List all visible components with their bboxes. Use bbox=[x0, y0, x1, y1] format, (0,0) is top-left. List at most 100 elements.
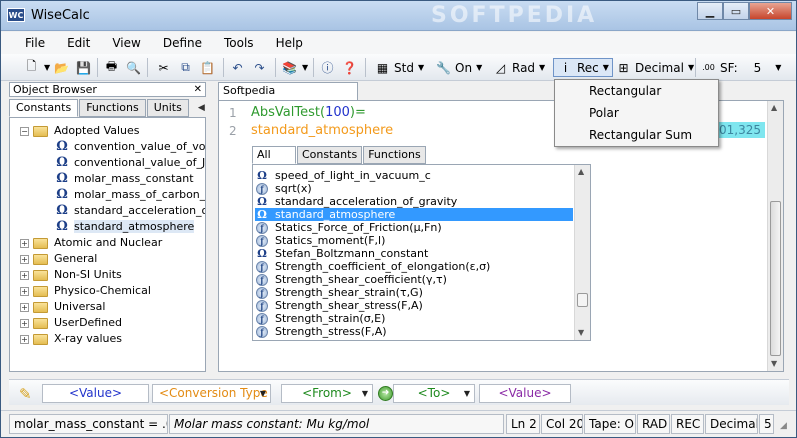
tree-folder[interactable]: + General bbox=[20, 251, 97, 267]
expand-icon[interactable]: + bbox=[20, 286, 29, 296]
expand-icon[interactable]: + bbox=[20, 238, 29, 248]
tree-folder[interactable]: + Non-SI Units bbox=[20, 267, 122, 283]
tab-units[interactable]: Units bbox=[146, 99, 189, 117]
close-icon[interactable]: ✕ bbox=[194, 83, 202, 96]
tree-item-selected[interactable]: Ωstandard_atmosphere bbox=[54, 219, 195, 235]
to-unit-select[interactable]: <To> ▼ bbox=[393, 384, 475, 403]
conversion-type-select[interactable]: <Conversion Type ▼ bbox=[152, 384, 271, 403]
expand-icon[interactable]: + bbox=[20, 254, 29, 264]
list-item[interactable]: ƒ Strength_strain(σ,E) bbox=[255, 312, 573, 325]
tab-functions[interactable]: Functions bbox=[79, 99, 146, 117]
scroll-down-icon[interactable]: ▼ bbox=[771, 359, 777, 368]
list-item[interactable]: ƒ sqrt(x) bbox=[255, 182, 573, 195]
list-item[interactable]: ƒ Strength_shear_stress(F,A) bbox=[255, 299, 573, 312]
resize-grip-icon[interactable]: ◢ bbox=[780, 421, 787, 431]
list-item[interactable]: Ωstandard_acceleration_of_gravity bbox=[255, 195, 573, 208]
pencil-icon[interactable]: ✎ bbox=[19, 385, 32, 403]
tree-folder[interactable]: + UserDefined bbox=[20, 315, 122, 331]
scroll-up-icon[interactable]: ▲ bbox=[771, 103, 777, 112]
expand-icon[interactable]: + bbox=[20, 318, 29, 328]
expand-icon[interactable]: + bbox=[20, 334, 29, 344]
tree-item[interactable]: Ωstandard_acceleration_of_ bbox=[54, 203, 205, 219]
toolbar-separator bbox=[275, 58, 276, 77]
scroll-down-icon[interactable]: ▼ bbox=[578, 328, 584, 337]
print-preview-button[interactable]: 🔍 bbox=[125, 58, 142, 77]
tree-folder[interactable]: + X-ray values bbox=[20, 331, 122, 347]
value-input-right[interactable]: <Value> bbox=[479, 384, 571, 403]
from-unit-select[interactable]: <From> ▼ bbox=[281, 384, 373, 403]
menu-view[interactable]: View bbox=[98, 36, 148, 50]
tab-functions[interactable]: Functions bbox=[363, 146, 426, 164]
copy-button[interactable]: ⧉ bbox=[177, 58, 194, 77]
tree-item[interactable]: Ωconventional_value_of_Jo bbox=[54, 155, 205, 171]
expand-icon[interactable]: + bbox=[20, 302, 29, 312]
autocomplete-scrollbar[interactable]: ▲ ▼ bbox=[574, 165, 590, 340]
maximize-button[interactable]: ▭ bbox=[723, 2, 749, 20]
cut-button[interactable]: ✂ bbox=[155, 58, 172, 77]
chevron-down-icon: ▼ bbox=[463, 389, 470, 398]
about-button[interactable]: ⓘ bbox=[319, 58, 336, 77]
scroll-up-icon[interactable]: ▲ bbox=[578, 167, 584, 176]
scroll-thumb[interactable] bbox=[577, 293, 588, 307]
chevron-down-icon: ▼ bbox=[417, 63, 425, 72]
code-line-2[interactable]: standard_atmosphere bbox=[251, 123, 393, 138]
significant-figures-button[interactable]: .00 SF: 5 ▼ bbox=[700, 58, 781, 77]
print-button[interactable]: 🖶 bbox=[103, 58, 120, 77]
list-item[interactable]: Ωspeed_of_light_in_vacuum_c bbox=[255, 169, 573, 182]
paste-button[interactable]: 📋 bbox=[199, 58, 216, 77]
tree-folder[interactable]: + Atomic and Nuclear bbox=[20, 235, 162, 251]
std-mode-button[interactable]: ▦ Std ▼ bbox=[374, 58, 424, 77]
menu-file[interactable]: File bbox=[11, 36, 53, 50]
complex-mode-button[interactable]: i Rec ▼ bbox=[553, 58, 613, 77]
functions-button[interactable]: 📚 ▼ bbox=[281, 58, 308, 77]
collapse-icon[interactable]: − bbox=[20, 126, 29, 136]
tree-folder[interactable]: + Universal bbox=[20, 299, 105, 315]
tree-item[interactable]: Ωconvention_value_of_von bbox=[54, 139, 205, 155]
folder-icon bbox=[33, 333, 48, 345]
list-item[interactable]: ƒ Strength_shear_coefficient(γ,τ) bbox=[255, 273, 573, 286]
folder-icon bbox=[33, 269, 48, 281]
angle-mode-button[interactable]: ◿ Rad ▼ bbox=[492, 58, 545, 77]
list-item[interactable]: ƒ Strength_shear_strain(τ,G) bbox=[255, 286, 573, 299]
editor-scrollbar[interactable]: ▲ ▼ bbox=[767, 101, 783, 371]
save-button[interactable]: 💾 bbox=[75, 58, 92, 77]
tree-folder-adopted-values[interactable]: − Adopted Values bbox=[20, 123, 140, 139]
number-format-button[interactable]: ⊞ Decimal ▼ bbox=[615, 58, 694, 77]
open-button[interactable]: 📂 bbox=[53, 58, 70, 77]
list-item[interactable]: ƒ Statics_Force_of_Friction(μ,Fn) bbox=[255, 221, 573, 234]
tape-button[interactable]: 🔧 On ▼ bbox=[435, 58, 482, 77]
copy-icon: ⧉ bbox=[181, 60, 190, 74]
scroll-thumb[interactable] bbox=[770, 201, 781, 356]
menu-item-rectangular[interactable]: Rectangular bbox=[555, 80, 718, 102]
document-tab[interactable]: Softpedia CalcPage.wcp* bbox=[218, 82, 358, 113]
tab-constants[interactable]: Constants bbox=[297, 146, 363, 164]
menu-tools[interactable]: Tools bbox=[210, 36, 262, 50]
tab-all[interactable]: All bbox=[252, 146, 296, 164]
list-item[interactable]: ƒ Strength_stress(F,A) bbox=[255, 325, 573, 338]
tree-folder[interactable]: + Physico-Chemical bbox=[20, 283, 151, 299]
tree-item[interactable]: Ωmolar_mass_constant bbox=[54, 171, 193, 187]
tab-constants[interactable]: Constants bbox=[9, 99, 79, 117]
code-line-1[interactable]: AbsValTest(100)= bbox=[251, 105, 366, 120]
undo-button[interactable]: ↶ bbox=[229, 58, 246, 77]
tab-scroll-arrows[interactable]: ◀ ▶ bbox=[198, 99, 206, 131]
list-item[interactable]: ƒ Strength_coefficient_of_elongation(ε,σ) bbox=[255, 260, 573, 273]
expand-icon[interactable]: + bbox=[20, 270, 29, 280]
redo-button[interactable]: ↷ bbox=[251, 58, 268, 77]
value-input-left[interactable]: <Value> bbox=[42, 384, 149, 403]
list-item[interactable]: Ω Stefan_Boltzmann_constant bbox=[255, 247, 573, 260]
menu-define[interactable]: Define bbox=[149, 36, 210, 50]
help-button[interactable]: ❓ bbox=[341, 58, 358, 77]
menu-item-polar[interactable]: Polar bbox=[555, 102, 718, 124]
tape-icon: 🔧 bbox=[436, 60, 451, 75]
new-button[interactable]: 🗋 ▼ bbox=[23, 58, 50, 77]
menu-item-rectangular-sum[interactable]: Rectangular Sum bbox=[555, 124, 718, 146]
minimize-button[interactable]: ▁ bbox=[697, 2, 723, 20]
list-item[interactable]: ƒ Statics_moment(F,l) bbox=[255, 234, 573, 247]
close-button[interactable]: ✕ bbox=[749, 2, 792, 20]
tree-item[interactable]: Ωmolar_mass_of_carbon_12 bbox=[54, 187, 205, 203]
menu-help[interactable]: Help bbox=[262, 36, 311, 50]
menu-edit[interactable]: Edit bbox=[53, 36, 98, 50]
convert-arrow-icon[interactable]: ➜ bbox=[378, 386, 393, 401]
list-item-selected[interactable]: Ωstandard_atmosphere bbox=[255, 208, 573, 221]
